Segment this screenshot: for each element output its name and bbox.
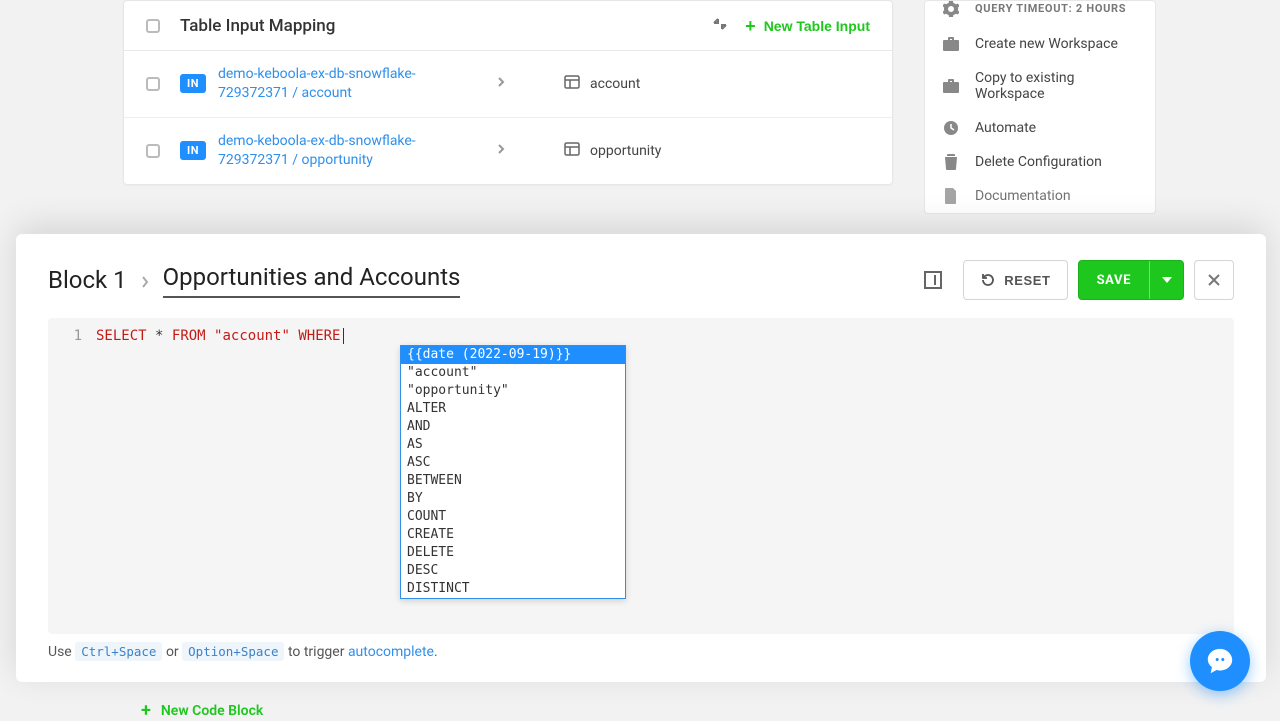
- save-button[interactable]: SAVE: [1078, 260, 1184, 300]
- new-table-input-label: New Table Input: [764, 18, 870, 34]
- autocomplete-item[interactable]: {{date (2022-09-19)}}: [401, 346, 625, 364]
- autocomplete-item[interactable]: CREATE: [401, 526, 625, 544]
- new-table-input-button[interactable]: + New Table Input: [745, 17, 870, 35]
- close-icon: [1207, 273, 1221, 287]
- chat-icon: [1205, 646, 1235, 676]
- briefcase-icon: [943, 36, 959, 52]
- line-number: 1: [48, 326, 96, 346]
- new-code-block-button[interactable]: + New Code Block: [141, 700, 263, 721]
- sidebar-timeout-label: QUERY TIMEOUT: 2 HOURS: [975, 1, 1126, 18]
- reset-button[interactable]: RESET: [963, 260, 1067, 300]
- help-chat-button[interactable]: [1190, 631, 1250, 691]
- table-icon: [564, 75, 580, 93]
- autocomplete-item[interactable]: AS: [401, 436, 625, 454]
- autocomplete-item[interactable]: "opportunity": [401, 382, 625, 400]
- undo-icon: [980, 272, 996, 288]
- sidebar-item-create-workspace[interactable]: Create new Workspace: [925, 27, 1155, 61]
- layout-icon: [924, 271, 942, 289]
- breadcrumb-block[interactable]: Block 1: [48, 266, 127, 294]
- source-table-link[interactable]: demo-keboola-ex-db-snowflake-729372371 /…: [218, 133, 416, 168]
- table-icon: [564, 142, 580, 160]
- gear-icon: [943, 1, 959, 17]
- kbd-option-space: Option+Space: [182, 642, 284, 661]
- sidebar-item-label: Delete Configuration: [975, 154, 1102, 170]
- autocomplete-item[interactable]: DESC: [401, 562, 625, 580]
- table-input-mapping-card: Table Input Mapping + New Table Input IN…: [123, 0, 893, 185]
- save-label: SAVE: [1079, 273, 1149, 288]
- close-button[interactable]: [1194, 260, 1234, 300]
- actions-sidebar: QUERY TIMEOUT: 2 HOURS Create new Worksp…: [924, 0, 1156, 214]
- trash-icon: [943, 154, 959, 170]
- direction-badge: IN: [180, 141, 206, 160]
- briefcase-icon: [943, 78, 959, 94]
- cursor: [343, 328, 344, 344]
- autocomplete-item[interactable]: COUNT: [401, 508, 625, 526]
- table-row[interactable]: IN demo-keboola-ex-db-snowflake-72937237…: [124, 118, 892, 184]
- layout-toggle-button[interactable]: [913, 260, 953, 300]
- chevron-right-icon: [458, 76, 544, 92]
- table-row[interactable]: IN demo-keboola-ex-db-snowflake-72937237…: [124, 51, 892, 118]
- collapse-icon[interactable]: [713, 17, 727, 35]
- source-table-link[interactable]: demo-keboola-ex-db-snowflake-729372371 /…: [218, 66, 416, 101]
- plus-icon: +: [745, 17, 756, 35]
- save-dropdown-toggle[interactable]: [1149, 261, 1183, 299]
- autocomplete-item[interactable]: BY: [401, 490, 625, 508]
- sidebar-item-timeout[interactable]: QUERY TIMEOUT: 2 HOURS: [925, 1, 1155, 27]
- code-editor-panel: Block 1 Opportunities and Accounts RESET…: [16, 234, 1266, 682]
- autocomplete-item[interactable]: AND: [401, 418, 625, 436]
- dest-table-name: account: [590, 76, 870, 92]
- sidebar-item-label: Documentation: [975, 188, 1071, 204]
- section-title: Table Input Mapping: [180, 16, 713, 36]
- code-line[interactable]: SELECT * FROM "account" WHERE: [96, 326, 344, 346]
- document-icon: [943, 188, 959, 204]
- sidebar-item-label: Create new Workspace: [975, 36, 1118, 52]
- code-block-name[interactable]: Opportunities and Accounts: [163, 263, 461, 298]
- reset-label: RESET: [1004, 273, 1050, 288]
- sql-editor[interactable]: 1 SELECT * FROM "account" WHERE {{date (…: [48, 318, 1234, 634]
- row-checkbox[interactable]: [146, 77, 160, 91]
- dest-table-name: opportunity: [590, 143, 870, 159]
- sidebar-item-copy-workspace[interactable]: Copy to existing Workspace: [925, 61, 1155, 111]
- autocomplete-item[interactable]: DISTINCT: [401, 580, 625, 598]
- autocomplete-item[interactable]: ASC: [401, 454, 625, 472]
- sidebar-item-label: Copy to existing Workspace: [975, 70, 1137, 102]
- autocomplete-item[interactable]: BETWEEN: [401, 472, 625, 490]
- autocomplete-hint: Use Ctrl+Space or Option+Space to trigge…: [48, 644, 1234, 660]
- autocomplete-docs-link[interactable]: autocomplete: [348, 644, 434, 660]
- select-all-checkbox[interactable]: [146, 19, 160, 33]
- sidebar-item-delete[interactable]: Delete Configuration: [925, 145, 1155, 179]
- autocomplete-item[interactable]: DELETE: [401, 544, 625, 562]
- plus-icon: +: [141, 700, 151, 721]
- clock-icon: [943, 120, 959, 136]
- autocomplete-item[interactable]: "account": [401, 364, 625, 382]
- chevron-right-icon: [141, 266, 149, 294]
- direction-badge: IN: [180, 74, 206, 93]
- row-checkbox[interactable]: [146, 144, 160, 158]
- chevron-right-icon: [458, 143, 544, 159]
- sidebar-item-docs[interactable]: Documentation: [925, 179, 1155, 213]
- autocomplete-popup[interactable]: {{date (2022-09-19)}} "account" "opportu…: [400, 345, 626, 599]
- sidebar-item-label: Automate: [975, 120, 1036, 136]
- kbd-ctrl-space: Ctrl+Space: [75, 642, 162, 661]
- autocomplete-item[interactable]: ALTER: [401, 400, 625, 418]
- chevron-down-icon: [1162, 277, 1172, 283]
- sidebar-item-automate[interactable]: Automate: [925, 111, 1155, 145]
